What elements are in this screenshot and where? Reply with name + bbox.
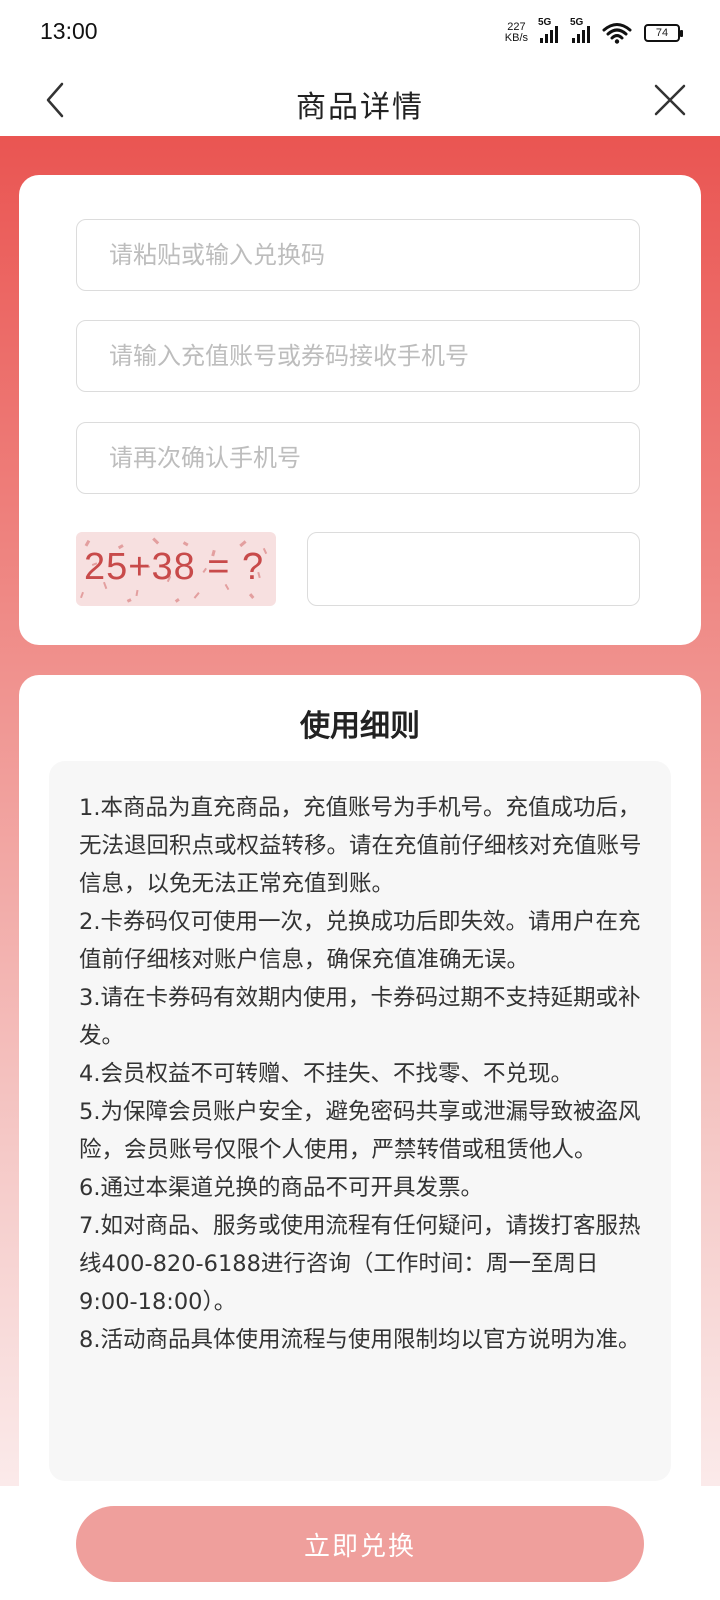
rule-item: 7.如对商品、服务或使用流程有任何疑问，请拨打客服热线400-820-6188进… (79, 1213, 641, 1315)
wifi-icon (602, 23, 632, 44)
battery-icon: 74 (644, 24, 683, 42)
redeem-code-field-box (76, 219, 640, 291)
network-speed-unit: KB/s (504, 32, 528, 44)
status-time: 13:00 (40, 18, 98, 44)
captcha-text: 25+38 = ? (84, 546, 265, 588)
captcha-answer-input[interactable] (308, 533, 639, 605)
rule-item: 2.卡券码仅可使用一次，兑换成功后即失效。请用户在充值前仔细核对账户信息，确保充… (79, 909, 641, 973)
rule-item: 5.为保障会员账户安全，避免密码共享或泄漏导致被盗风险，会员账号仅限个人使用，严… (79, 1099, 641, 1163)
usage-rules-card: 使用细则 1.本商品为直充商品，充值账号为手机号。充值成功后，无法退回积点或权益… (19, 675, 701, 1505)
rule-item: 4.会员权益不可转赠、不挂失、不找零、不兑现。 (79, 1061, 573, 1087)
signal-label: 5G (570, 17, 584, 28)
account-phone-input[interactable] (77, 341, 639, 371)
signal-icon: 5G (570, 17, 590, 43)
rule-item: 1.本商品为直充商品，充值账号为手机号。充值成功后，无法退回积点或权益转移。请在… (79, 795, 642, 897)
rules-title: 使用细则 (300, 709, 420, 744)
rule-item: 8.活动商品具体使用流程与使用限制均以官方说明为准。 (79, 1327, 641, 1353)
rules-body: 1.本商品为直充商品，充值账号为手机号。充值成功后，无法退回积点或权益转移。请在… (49, 761, 671, 1481)
status-icons: 227 KB/s 5G 5G 74 (505, 17, 683, 48)
page-title: 商品详情 (296, 90, 424, 125)
account-field-box (76, 320, 640, 392)
bottom-bar: 立即兑换 (0, 1486, 720, 1600)
rule-item: 6.通过本渠道兑换的商品不可开具发票。 (79, 1175, 483, 1201)
signal-label: 5G (538, 17, 552, 28)
captcha-answer-box (307, 532, 640, 606)
network-speed: 227 KB/s (505, 22, 528, 44)
signal-icon: 5G (538, 17, 558, 43)
close-icon[interactable] (648, 78, 692, 122)
nav-bar: 商品详情 (0, 66, 720, 136)
redeem-now-button[interactable]: 立即兑换 (76, 1506, 644, 1582)
redeem-code-input[interactable] (77, 240, 639, 270)
status-bar: 13:00 227 KB/s 5G 5G 74 (0, 0, 720, 66)
redeem-form-card: 25+38 = ? (19, 175, 701, 645)
confirm-phone-field-box (76, 422, 640, 494)
confirm-phone-input[interactable] (77, 443, 639, 473)
rule-item: 3.请在卡券码有效期内使用，卡券码过期不支持延期或补发。 (79, 985, 641, 1049)
captcha-image[interactable]: 25+38 = ? (76, 532, 276, 606)
